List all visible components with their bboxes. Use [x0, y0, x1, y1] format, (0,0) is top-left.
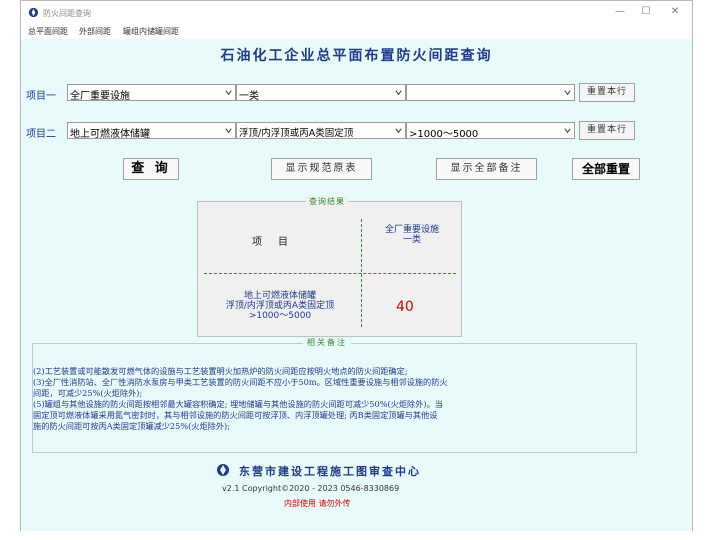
show-table-button[interactable]: 显示规范原表 [271, 158, 372, 180]
result-v-divider [361, 219, 362, 327]
notes-line: (3)全厂性消防站、全厂性消防水泵房与甲类工艺装置的防火间距不应小于50m。区域… [33, 377, 448, 387]
notes-line: 施的防火间距可按丙A类固定顶罐减少25%(火炬除外); [33, 421, 231, 431]
footer-version: v2.1 Copyright©2020 - 2023 0546-8330869 [222, 484, 400, 493]
chevron-down-icon [225, 90, 232, 96]
row1-reset-button[interactable]: 重置本行 [579, 83, 635, 102]
org-logo-icon [217, 464, 229, 476]
row1-category-select[interactable]: 全厂重要设施 [67, 84, 236, 102]
footer-warning: 内部使用 请勿外传 [284, 499, 351, 508]
footer-organization: 东营市建设工程施工图审查中心 [239, 465, 421, 478]
row2-subcategory-select[interactable]: 浮顶/内浮顶或丙A类固定顶 [236, 122, 406, 139]
row2-size-value: >1000～5000 [409, 129, 479, 140]
row1-category-value: 全厂重要设施 [70, 91, 130, 102]
row2-subcategory-value: 浮顶/内浮顶或丙A类固定顶 [239, 128, 354, 139]
chevron-down-icon [564, 128, 571, 134]
chevron-down-icon [395, 128, 402, 134]
notes-line: 固定顶可燃液体罐采用氮气密封时，其与相邻设施的防火间距可按浮顶、内浮顶罐处理; … [33, 410, 438, 420]
main-panel: 石油化工企业总平面布置防火间距查询 项目一 全厂重要设施 一类 重置本行 项目二… [21, 39, 692, 531]
row1-label: 项目一 [26, 91, 56, 102]
result-distance-value: 40 [396, 299, 414, 315]
row1-subcategory-select[interactable]: 一类 [236, 84, 406, 102]
result-item1-sub: 一类 [402, 235, 421, 245]
row1-size-select[interactable] [406, 84, 575, 101]
app-window: 防火间距查询 — ☐ ✕ 总平面间距 外部间距 罐组内储罐间距 石油化工企业总平… [20, 0, 693, 531]
row2-category-select[interactable]: 地上可燃液体储罐 [67, 122, 236, 140]
chevron-down-icon [395, 90, 402, 96]
chevron-down-icon [225, 128, 232, 134]
row2-reset-button[interactable]: 重置本行 [579, 121, 635, 140]
title-bar: 防火间距查询 — ☐ ✕ [21, 1, 692, 25]
minimize-button[interactable]: — [609, 5, 631, 19]
chevron-down-icon [564, 90, 571, 96]
result-panel: 查询结果 项 目 全厂重要设施 一类 地上可燃液体储罐 浮顶/内浮顶或丙A类固定… [197, 196, 462, 337]
row2-label: 项目二 [26, 129, 56, 140]
result-item-label: 项 目 [252, 237, 291, 248]
window-title: 防火间距查询 [43, 9, 91, 18]
notes-line: (2)工艺装置或可能散发可燃气体的设施与工艺装置明火加热炉的防火间距应按明火地点… [33, 366, 408, 376]
result-item1: 全厂重要设施 一类 [368, 225, 456, 245]
maximize-button[interactable]: ☐ [635, 5, 657, 19]
result-item1-name: 全厂重要设施 [384, 225, 439, 235]
result-h-divider [204, 273, 456, 274]
menu-tank-spacing[interactable]: 罐组内储罐间距 [123, 26, 179, 37]
menu-external-spacing[interactable]: 外部间距 [79, 26, 111, 37]
result-caption: 查询结果 [306, 196, 348, 207]
notes-line: (5)罐组与其他设施的防火间距按相邻最大罐容积确定; 埋地储罐与其他设施的防火间… [33, 399, 443, 409]
row2-size-select[interactable]: >1000～5000 [406, 122, 575, 140]
menu-bar: 总平面间距 外部间距 罐组内储罐间距 [21, 26, 692, 38]
app-logo-icon [28, 7, 39, 18]
menu-site-spacing[interactable]: 总平面间距 [28, 26, 68, 37]
notes-line: 间距，可减少25%(火炬除外); [33, 388, 143, 398]
query-button[interactable]: 查 询 [123, 158, 179, 180]
row2-category-value: 地上可燃液体储罐 [70, 129, 150, 140]
page-title: 石油化工企业总平面布置防火间距查询 [220, 48, 493, 64]
close-button[interactable]: ✕ [664, 5, 686, 19]
result-item2: 地上可燃液体储罐 浮顶/内浮顶或丙A类固定顶 >1000～5000 [202, 291, 358, 321]
row1-subcategory-value: 一类 [239, 91, 259, 102]
notes-text: (2)工艺装置或可能散发可燃气体的设施与工艺装置明火加热炉的防火间距应按明火地点… [33, 366, 633, 432]
show-notes-button[interactable]: 显示全部备注 [436, 158, 537, 180]
result-item2-sub: 浮顶/内浮顶或丙A类固定顶 [225, 301, 335, 311]
reset-all-button[interactable]: 全部重置 [572, 158, 640, 180]
notes-caption: 相关备注 [303, 337, 351, 348]
result-item2-name: 地上可燃液体储罐 [243, 291, 316, 301]
result-item2-size: >1000～5000 [248, 311, 312, 321]
